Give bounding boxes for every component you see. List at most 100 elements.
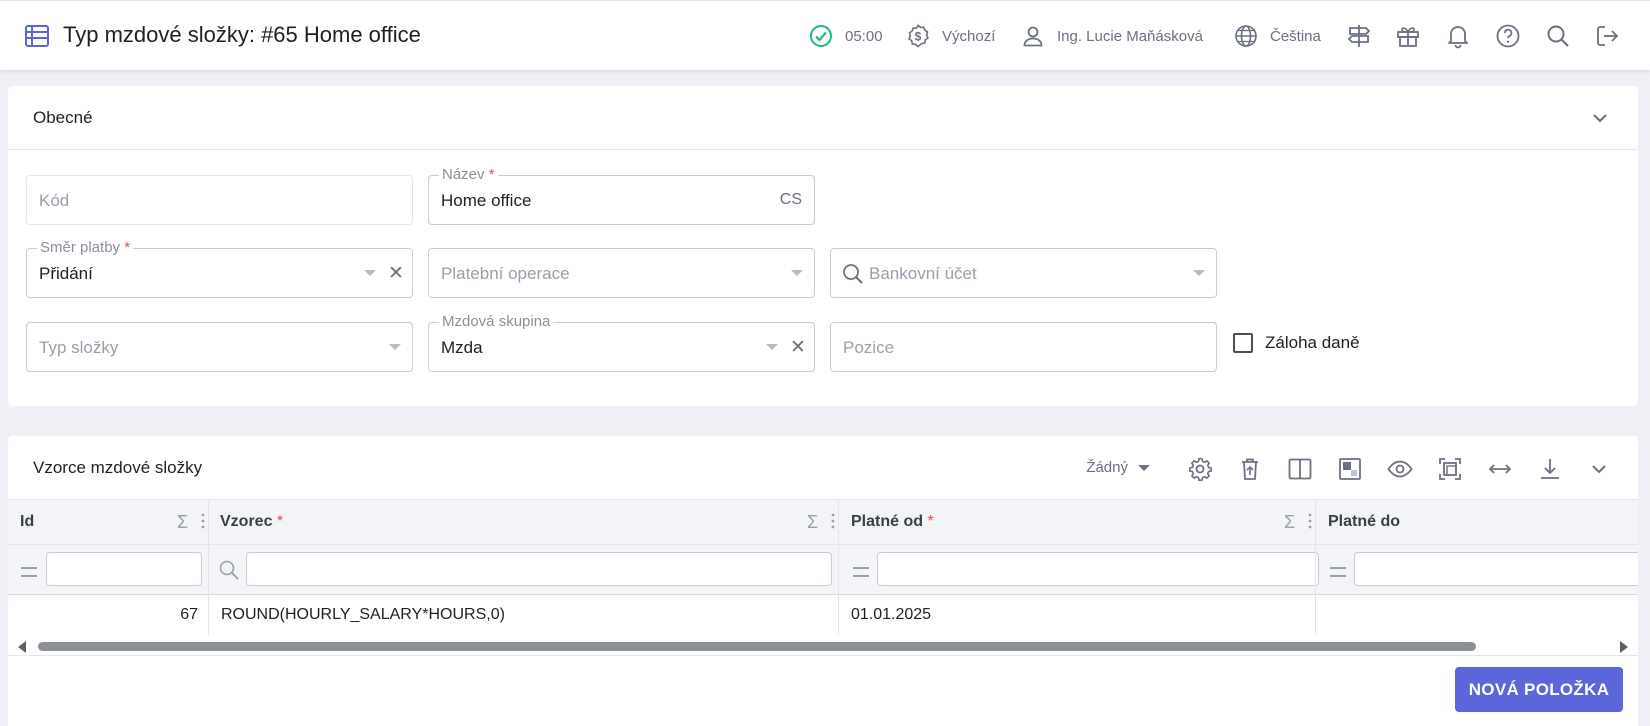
- column-menu-icon[interactable]: [201, 512, 205, 530]
- zaloha-dane-checkbox[interactable]: Záloha daně: [1233, 333, 1360, 353]
- table-row[interactable]: 67 ROUND(HOURLY_SALARY*HOURS,0) 01.01.20…: [8, 595, 1638, 635]
- fullscreen-icon[interactable]: [1437, 456, 1463, 482]
- language-menu[interactable]: Čeština: [1234, 22, 1321, 50]
- bankovni-ucet-placeholder: Bankovní účet: [869, 264, 977, 283]
- column-divider[interactable]: [1315, 500, 1316, 544]
- nazev-label: Název *: [439, 166, 498, 184]
- density-icon[interactable]: [1337, 456, 1363, 482]
- download-icon[interactable]: [1537, 456, 1563, 482]
- columns-icon[interactable]: [1287, 456, 1313, 482]
- column-header-vzorec[interactable]: Vzorec *: [220, 513, 283, 531]
- smer-platby-select[interactable]: Směr platby * Přidání ✕: [26, 239, 413, 298]
- language-label: Čeština: [1270, 27, 1321, 45]
- dropdown-arrow-icon[interactable]: [791, 270, 803, 276]
- sigma-icon[interactable]: Σ: [807, 512, 818, 533]
- mzdova-skupina-select[interactable]: Mzdová skupina Mzda ✕: [428, 313, 815, 372]
- currency-profile[interactable]: $ Výchozí: [906, 22, 995, 50]
- column-divider: [838, 545, 839, 594]
- cell-vzorec[interactable]: ROUND(HOURLY_SALARY*HOURS,0): [221, 606, 505, 624]
- grouping-select[interactable]: Žádný: [1086, 459, 1150, 476]
- currency-profile-label: Výchozí: [942, 27, 996, 45]
- logout-icon[interactable]: [1594, 23, 1620, 49]
- delete-icon[interactable]: [1237, 456, 1263, 482]
- kod-field[interactable]: Kód: [26, 175, 413, 225]
- scroll-left-arrow-icon[interactable]: [18, 641, 26, 653]
- horizontal-scrollbar[interactable]: [8, 637, 1638, 655]
- column-header-id[interactable]: Id: [20, 513, 34, 531]
- help-icon[interactable]: [1495, 23, 1521, 49]
- dropdown-arrow-icon[interactable]: [1193, 270, 1205, 276]
- user-icon: [1023, 26, 1043, 47]
- scrollbar-thumb[interactable]: [38, 642, 1476, 651]
- grouping-value: Žádný: [1086, 459, 1128, 476]
- dropdown-arrow-icon[interactable]: [766, 344, 778, 350]
- column-header-platne-do[interactable]: Platné do: [1328, 513, 1400, 531]
- user-menu[interactable]: Ing. Lucie Maňásková: [1021, 22, 1203, 50]
- list-table-icon[interactable]: [24, 23, 50, 49]
- bankovni-ucet-select[interactable]: Bankovní účet: [830, 248, 1217, 298]
- pozice-placeholder: Pozice: [843, 338, 895, 357]
- smer-platby-value: Přidání: [39, 264, 93, 283]
- formulas-panel: Vzorce mzdové složky Žádný Id Σ Vzorec *…: [8, 436, 1638, 726]
- search-icon: [843, 264, 863, 284]
- nazev-field[interactable]: Název * Home office CS: [428, 166, 815, 225]
- platne-do-filter-input[interactable]: [1354, 552, 1638, 586]
- column-divider[interactable]: [208, 500, 209, 544]
- grid-filter-row: [8, 545, 1638, 595]
- general-panel: Obecné Kód Název * Home office CS Směr p…: [8, 86, 1638, 406]
- cell-platne-od[interactable]: 01.01.2025: [851, 606, 931, 624]
- column-divider: [208, 595, 209, 635]
- equals-filter-icon[interactable]: [853, 567, 869, 577]
- language-code[interactable]: CS: [780, 191, 802, 209]
- session-timer[interactable]: 05:00: [809, 22, 883, 50]
- check-circle-icon: [810, 25, 832, 47]
- kod-placeholder: Kód: [39, 191, 70, 210]
- new-item-button[interactable]: NOVÁ POLOŽKA: [1455, 667, 1623, 712]
- scroll-right-arrow-icon[interactable]: [1620, 641, 1628, 653]
- pozice-field[interactable]: Pozice: [830, 322, 1217, 372]
- column-header-platne-od[interactable]: Platné od *: [851, 513, 934, 531]
- sigma-icon[interactable]: Σ: [177, 512, 188, 533]
- checkbox-box[interactable]: [1233, 333, 1253, 353]
- general-panel-header[interactable]: Obecné: [8, 86, 1638, 150]
- column-divider: [1315, 545, 1316, 594]
- equals-filter-icon[interactable]: [1330, 567, 1346, 577]
- smer-platby-label: Směr platby *: [37, 239, 134, 257]
- clear-icon[interactable]: ✕: [388, 264, 404, 284]
- gift-icon[interactable]: [1395, 23, 1421, 49]
- column-divider[interactable]: [838, 500, 839, 544]
- typ-slozky-placeholder: Typ složky: [39, 338, 119, 357]
- formulas-panel-header: Vzorce mzdové složky Žádný: [8, 436, 1638, 500]
- dollar-badge-icon: $: [908, 24, 929, 48]
- user-name: Ing. Lucie Maňásková: [1057, 27, 1203, 45]
- timer-text: 05:00: [845, 27, 883, 45]
- eye-icon[interactable]: [1387, 456, 1413, 482]
- platebni-operace-select[interactable]: Platební operace: [428, 248, 815, 298]
- typ-slozky-select[interactable]: Typ složky: [26, 322, 413, 372]
- id-filter-input[interactable]: [46, 552, 202, 586]
- chevron-down-icon[interactable]: [1590, 108, 1610, 128]
- cell-id[interactable]: 67: [180, 606, 198, 624]
- column-divider: [838, 595, 839, 635]
- settings-icon[interactable]: [1187, 456, 1213, 482]
- search-icon[interactable]: [1545, 23, 1571, 49]
- platne-od-filter-input[interactable]: [877, 552, 1319, 586]
- column-menu-icon[interactable]: [831, 512, 835, 530]
- bell-icon[interactable]: [1445, 23, 1471, 49]
- vzorec-filter-input[interactable]: [246, 552, 832, 586]
- equals-filter-icon[interactable]: [21, 567, 37, 577]
- clear-icon[interactable]: ✕: [790, 338, 806, 358]
- column-divider: [208, 545, 209, 594]
- sigma-icon[interactable]: Σ: [1284, 512, 1295, 533]
- search-filter-icon[interactable]: [218, 559, 240, 581]
- formulas-grid: Id Σ Vzorec * Σ Platné od * Σ Platné do: [8, 499, 1638, 635]
- dropdown-arrow-icon[interactable]: [364, 270, 376, 276]
- general-panel-title: Obecné: [33, 108, 93, 127]
- column-menu-icon[interactable]: [1308, 512, 1312, 530]
- mzdova-skupina-label: Mzdová skupina: [439, 313, 554, 331]
- expand-width-icon[interactable]: [1487, 456, 1513, 482]
- signpost-icon[interactable]: [1346, 23, 1372, 49]
- dropdown-arrow-icon[interactable]: [389, 344, 401, 350]
- chevron-down-icon[interactable]: [1589, 459, 1609, 479]
- column-divider: [1315, 595, 1316, 635]
